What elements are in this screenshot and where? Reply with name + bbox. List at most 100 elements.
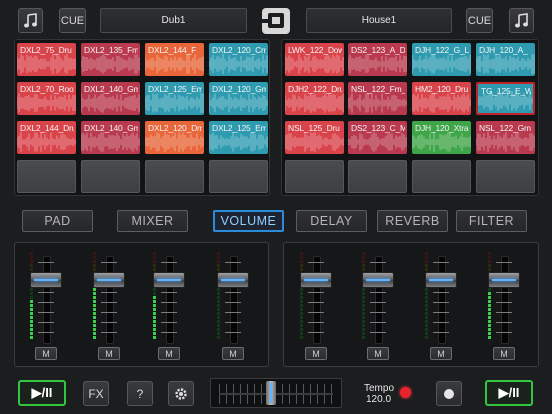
left-volume-fader-4[interactable] bbox=[217, 272, 249, 288]
right-pad-r3c4[interactable]: NSL_122_Gm bbox=[476, 121, 535, 154]
fader-tick bbox=[370, 312, 386, 313]
fader-tick bbox=[38, 322, 54, 323]
left-mute-button-1[interactable]: M bbox=[35, 347, 57, 360]
right-mute-button-1[interactable]: M bbox=[305, 347, 327, 360]
fader-tick bbox=[308, 322, 324, 323]
left-pad-r2c1[interactable]: DXL2_70_Root bbox=[17, 82, 76, 115]
right-empty-pad-r4c1[interactable] bbox=[285, 160, 344, 193]
fader-tick bbox=[101, 322, 117, 323]
fader-tick bbox=[496, 332, 512, 333]
fader-tick bbox=[38, 312, 54, 313]
right-play-pause-button[interactable]: ▶/II bbox=[485, 380, 533, 406]
right-empty-pad-r4c2[interactable] bbox=[348, 160, 407, 193]
right-pad-r1c4[interactable]: DJH_120_A_ bbox=[476, 43, 535, 76]
left-deck-title[interactable]: Dub1 bbox=[100, 8, 247, 33]
waveform-icon bbox=[17, 93, 76, 113]
fader-tick bbox=[308, 312, 324, 313]
waveform-icon bbox=[145, 54, 204, 74]
music-note-icon bbox=[514, 12, 528, 27]
left-pad-r3c4[interactable]: DXL2_125_Em bbox=[209, 121, 268, 154]
waveform-icon bbox=[348, 93, 407, 113]
record-icon[interactable] bbox=[400, 387, 411, 398]
right-pad-r1c2[interactable]: DS2_123_A_D bbox=[348, 43, 407, 76]
left-volume-fader-3[interactable] bbox=[153, 272, 185, 288]
left-volume-fader-1[interactable] bbox=[30, 272, 62, 288]
right-volume-fader-4[interactable] bbox=[488, 272, 520, 288]
right-pad-r1c1[interactable]: LWK_122_Dow bbox=[285, 43, 344, 76]
right-volume-fader-1[interactable] bbox=[300, 272, 332, 288]
left-mute-button-2[interactable]: M bbox=[98, 347, 120, 360]
help-button[interactable]: ? bbox=[127, 381, 153, 406]
right-volume-fader-2[interactable] bbox=[362, 272, 394, 288]
left-play-pause-button[interactable]: ▶/II bbox=[18, 380, 66, 406]
stop-button[interactable] bbox=[436, 381, 462, 406]
tab-mixer[interactable]: MIXER bbox=[117, 210, 188, 232]
left-level-meter-4 bbox=[217, 252, 220, 340]
right-pad-r2c3[interactable]: HM2_120_Dru bbox=[412, 82, 471, 115]
left-empty-pad-r4c4[interactable] bbox=[209, 160, 268, 193]
left-volume-fader-2[interactable] bbox=[93, 272, 125, 288]
fader-tick bbox=[225, 302, 241, 303]
right-pad-r3c2[interactable]: DS2_123_C_M bbox=[348, 121, 407, 154]
right-pad-r3c1[interactable]: NSL_125_Dru bbox=[285, 121, 344, 154]
right-mute-button-3[interactable]: M bbox=[430, 347, 452, 360]
right-level-meter-1 bbox=[300, 252, 303, 340]
tab-filter[interactable]: FILTER bbox=[456, 210, 527, 232]
tab-pad[interactable]: PAD bbox=[22, 210, 93, 232]
left-mute-button-3[interactable]: M bbox=[158, 347, 180, 360]
right-music-button[interactable] bbox=[509, 8, 534, 33]
left-empty-pad-r4c2[interactable] bbox=[81, 160, 140, 193]
right-cue-button[interactable]: CUE bbox=[466, 8, 493, 33]
right-pad-r2c1[interactable]: DJH2_122_Dru bbox=[285, 82, 344, 115]
left-pad-r1c1[interactable]: DXL2_75_Dru bbox=[17, 43, 76, 76]
left-pad-r3c2[interactable]: DXL2_140_Gm bbox=[81, 121, 140, 154]
tempo-value[interactable]: 120.0 bbox=[366, 394, 391, 405]
tab-delay[interactable]: DELAY bbox=[296, 210, 367, 232]
right-empty-pad-r4c3[interactable] bbox=[412, 160, 471, 193]
left-pad-r1c3[interactable]: DXL2_144_F bbox=[145, 43, 204, 76]
left-fader-track-1 bbox=[43, 256, 51, 344]
left-pad-r1c4[interactable]: DXL2_120_Cm bbox=[209, 43, 268, 76]
left-music-button[interactable] bbox=[18, 8, 43, 33]
left-pad-r3c1[interactable]: DXL2_144_Dru bbox=[17, 121, 76, 154]
fader-tick bbox=[308, 262, 324, 263]
fx-button[interactable]: FX bbox=[83, 381, 109, 406]
settings-button[interactable] bbox=[168, 381, 194, 406]
crossfader-knob[interactable] bbox=[265, 381, 276, 405]
left-empty-pad-r4c3[interactable] bbox=[145, 160, 204, 193]
waveform-icon bbox=[412, 54, 471, 74]
left-pad-r2c2[interactable]: DXL2_140_Gm bbox=[81, 82, 140, 115]
left-fader-track-2 bbox=[106, 256, 114, 344]
left-empty-pad-r4c1[interactable] bbox=[17, 160, 76, 193]
right-pad-r2c4[interactable]: TG_125_E_Wi bbox=[476, 82, 535, 115]
right-mute-button-2[interactable]: M bbox=[367, 347, 389, 360]
left-pad-r3c3[interactable]: DXL2_120_Dm bbox=[145, 121, 204, 154]
right-pad-r2c2[interactable]: NSL_122_Fm_ bbox=[348, 82, 407, 115]
left-pad-r2c3[interactable]: DXL2_125_Em bbox=[145, 82, 204, 115]
fader-tick bbox=[496, 262, 512, 263]
waveform-icon bbox=[81, 54, 140, 74]
waveform-icon bbox=[478, 91, 533, 111]
fader-tick bbox=[433, 322, 449, 323]
fader-tick bbox=[496, 322, 512, 323]
fader-tick bbox=[225, 312, 241, 313]
right-pad-r1c3[interactable]: DJH_122_G_L bbox=[412, 43, 471, 76]
tab-reverb[interactable]: REVERB bbox=[377, 210, 448, 232]
left-mute-button-4[interactable]: M bbox=[222, 347, 244, 360]
right-mute-button-4[interactable]: M bbox=[493, 347, 515, 360]
right-pad-r3c3[interactable]: DJH_120_Xtra bbox=[412, 121, 471, 154]
waveform-icon bbox=[81, 93, 140, 113]
tab-volume[interactable]: VOLUME bbox=[213, 210, 284, 232]
fader-tick bbox=[370, 332, 386, 333]
right-volume-fader-3[interactable] bbox=[425, 272, 457, 288]
right-empty-pad-r4c4[interactable] bbox=[476, 160, 535, 193]
fader-tick bbox=[308, 292, 324, 293]
left-cue-button[interactable]: CUE bbox=[59, 8, 86, 33]
crossfader[interactable] bbox=[210, 378, 342, 408]
left-fader-track-3 bbox=[166, 256, 174, 344]
waveform-icon bbox=[145, 93, 204, 113]
left-pad-r1c2[interactable]: DXL2_135_Fm bbox=[81, 43, 140, 76]
right-deck-title[interactable]: House1 bbox=[306, 8, 452, 33]
music-note-icon bbox=[23, 12, 37, 27]
left-pad-r2c4[interactable]: DXL2_120_Gm bbox=[209, 82, 268, 115]
